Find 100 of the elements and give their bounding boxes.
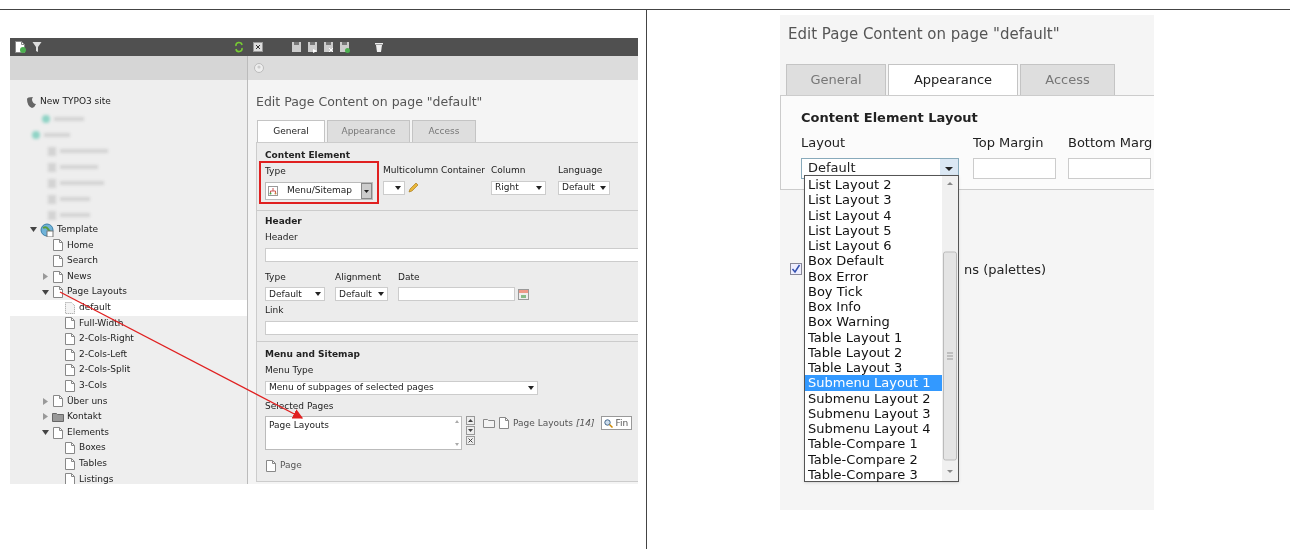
sitemap-icon	[268, 185, 278, 196]
page-icon	[64, 442, 76, 455]
caret-icon	[378, 292, 384, 297]
top-margin-input[interactable]	[973, 157, 1056, 179]
field-label: Layout	[801, 134, 847, 152]
dropdown-option[interactable]: Boy Tick	[805, 283, 942, 299]
save-close-icon[interactable]	[323, 41, 334, 53]
date-input[interactable]	[398, 287, 515, 302]
select-field[interactable]	[383, 180, 405, 195]
page-icon	[64, 332, 76, 345]
save-new-icon[interactable]	[339, 41, 350, 53]
tree-item[interactable]: News	[67, 269, 92, 284]
dropdown-option[interactable]: Table-Compare 1	[805, 436, 942, 452]
field-label: Column	[491, 164, 527, 178]
page-title: Edit Page Content on page "default"	[256, 93, 484, 111]
dropdown-list[interactable]	[804, 175, 959, 482]
dropdown-option[interactable]: List Layout 4	[805, 207, 942, 223]
checkbox-label: ns (palettes)	[964, 260, 1047, 279]
type-select[interactable]: Menu/Sitemap	[265, 181, 373, 200]
dropdown-option[interactable]: Submenu Layout 4	[805, 421, 942, 437]
tree-item[interactable]: Search	[67, 254, 98, 268]
dropdown-option[interactable]: List Layout 2	[805, 177, 942, 193]
tree-item[interactable]: Home	[67, 238, 94, 253]
expanded-arrow-icon[interactable]	[42, 288, 49, 296]
tab[interactable]: General	[257, 119, 325, 142]
tree-item[interactable]: 3-Cols	[79, 379, 107, 393]
tree-item[interactable]: Über uns	[67, 394, 108, 409]
dropdown-option[interactable]: Box Error	[805, 268, 942, 284]
field-label: Bottom Marg	[1068, 134, 1153, 152]
tab[interactable]: Appearance	[327, 119, 410, 142]
tree-item[interactable]: Full-Width	[79, 316, 124, 331]
move-up-icon[interactable]	[466, 416, 475, 426]
folder-icon[interactable]	[483, 417, 495, 430]
select-field[interactable]: Right	[491, 180, 546, 195]
checkbox[interactable]	[790, 263, 802, 276]
caret-icon	[361, 182, 372, 199]
dropdown-option[interactable]: Submenu Layout 2	[805, 390, 942, 406]
dropdown-option[interactable]: List Layout 6	[805, 238, 942, 254]
expanded-arrow-icon[interactable]	[30, 226, 37, 234]
globe-icon	[40, 222, 54, 237]
dropdown-option[interactable]: Box Info	[805, 299, 942, 315]
dropdown-option[interactable]: Table Layout 2	[805, 344, 942, 360]
dropdown-option[interactable]: Table-Compare 3	[805, 466, 942, 482]
section-heading: Content Element Layout	[801, 108, 979, 127]
tab[interactable]: Access	[412, 119, 476, 142]
caret-icon	[395, 185, 401, 190]
page-icon	[52, 255, 64, 267]
dropdown-option[interactable]: Table-Compare 2	[805, 451, 942, 467]
page-icon	[64, 457, 76, 470]
header-input[interactable]	[265, 247, 638, 262]
link-input[interactable]	[265, 320, 638, 335]
dropdown-option[interactable]: Table Layout 1	[805, 329, 942, 345]
delete-icon[interactable]	[374, 41, 384, 53]
expanded-arrow-icon[interactable]	[42, 429, 49, 436]
page-icon	[64, 301, 76, 314]
tree-item[interactable]: Template	[57, 223, 99, 237]
move-down-icon[interactable]	[466, 426, 475, 436]
menu-type-select[interactable]: Menu of subpages of selected pages	[265, 380, 538, 395]
dropdown-option[interactable]: Box Warning	[805, 314, 942, 330]
tree-item[interactable]: Elements	[67, 425, 109, 440]
page-title: Edit Page Content on page "default"	[788, 24, 1061, 45]
page-icon	[52, 426, 64, 439]
tree-item[interactable]: 2-Cols-Right	[79, 332, 134, 346]
new-page-icon[interactable]	[14, 41, 26, 53]
folder-icon	[52, 410, 64, 423]
find-button[interactable]: Fin	[601, 416, 633, 431]
select-field[interactable]: Default	[335, 287, 388, 302]
tree-item[interactable]: Tables	[79, 456, 107, 471]
select-field[interactable]: Default	[558, 180, 610, 195]
save-icon[interactable]	[291, 41, 302, 53]
list-item[interactable]: Page Layouts	[269, 419, 450, 433]
tab[interactable]: Appearance	[888, 63, 1018, 95]
page-icon	[64, 379, 76, 392]
tree-item[interactable]: Page Layouts	[67, 285, 127, 299]
page-icon	[52, 270, 64, 283]
caret-icon	[536, 185, 542, 190]
tree-item[interactable]: 2-Cols-Left	[79, 347, 128, 362]
dropdown-option[interactable]: Table Layout 3	[805, 360, 942, 376]
save-view-icon[interactable]	[307, 41, 318, 53]
tree-item[interactable]: Listings	[79, 472, 114, 484]
filter-icon[interactable]	[32, 41, 42, 53]
page-icon	[52, 239, 64, 252]
tree-item[interactable]: New TYPO3 site	[40, 95, 111, 109]
field-label: Type	[265, 165, 287, 179]
dropdown-option[interactable]: List Layout 3	[805, 192, 942, 208]
close-icon[interactable]	[253, 42, 263, 52]
tree-item[interactable]: Boxes	[79, 441, 106, 455]
dropdown-option[interactable]: List Layout 5	[805, 222, 942, 238]
dropdown-option[interactable]: Box Default	[805, 253, 942, 269]
page-icon[interactable]	[498, 417, 510, 430]
tree-item[interactable]: Kontakt	[67, 410, 102, 424]
remove-icon[interactable]	[466, 436, 475, 446]
tree-item[interactable]: 2-Cols-Split	[79, 363, 131, 377]
select-field[interactable]: Default	[265, 287, 325, 302]
refresh-icon[interactable]	[234, 41, 244, 53]
bottom-margin-input[interactable]	[1068, 157, 1151, 179]
dropdown-option[interactable]: Submenu Layout 3	[805, 405, 942, 421]
selected-pages-list[interactable]: Page Layouts	[265, 416, 462, 451]
field-label: Type	[265, 270, 287, 284]
page-browser-link[interactable]: Page Layouts	[513, 416, 573, 430]
